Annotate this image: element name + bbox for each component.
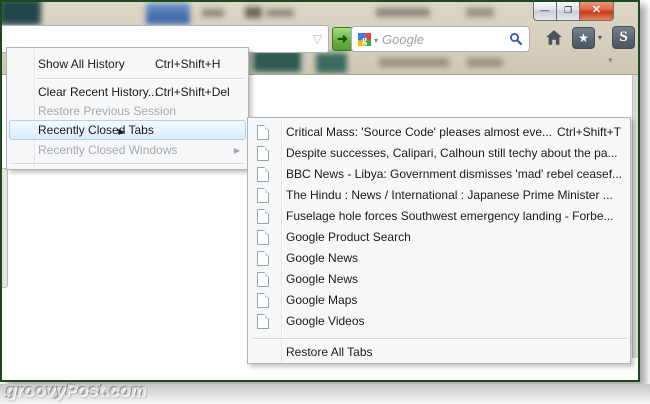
blurred-bookmark: [253, 50, 301, 72]
menu-item-show-all-history[interactable]: Show All History Ctrl+Shift+H: [7, 55, 248, 74]
closed-tab-title: Despite successes, Calipari, Calhoun sti…: [286, 146, 618, 160]
menu-item-label: Recently Closed Windows: [38, 143, 178, 157]
blurred-tab-text: [245, 7, 262, 18]
menu-item-label: Recently Closed Tabs: [38, 123, 154, 137]
submenu-separator: [251, 338, 627, 340]
history-menu: Show All History Ctrl+Shift+H Clear Rece…: [6, 47, 249, 170]
submenu-arrow-icon: ▶: [118, 127, 125, 136]
watermark-text: groovyPost.com: [6, 381, 147, 400]
blurred-bookmark: [316, 53, 347, 73]
addon-s-button[interactable]: S: [612, 26, 635, 49]
closed-tab-title: Google Maps: [286, 293, 358, 307]
page-icon: [257, 125, 269, 140]
menu-item-recently-closed-tabs[interactable]: Recently Closed Tabs ▶: [7, 120, 248, 140]
menu-item-recently-closed-windows[interactable]: Recently Closed Windows ▶: [7, 141, 248, 160]
menu-item-label: Restore Previous Session: [38, 104, 177, 118]
submenu-arrow-icon: ▶: [233, 146, 240, 155]
closed-tab-title: Google News: [286, 251, 359, 265]
menu-item-restore-all-tabs[interactable]: Restore All Tabs: [248, 342, 630, 363]
closed-tab-title: Google News: [286, 272, 359, 286]
browser-window: — ❐ ✕ ▽ ➜ g ▾ Google ★ ▾ S ▾ Show All Hi…: [0, 0, 640, 382]
blurred-firefox-button: [2, 2, 41, 25]
closed-tab-item[interactable]: Google Videos: [248, 311, 630, 332]
menu-item-label: Show All History: [38, 57, 125, 71]
menu-separator: [36, 78, 245, 80]
search-input[interactable]: Google: [382, 32, 509, 47]
closed-tab-title: Critical Mass: 'Source Code' pleases alm…: [286, 125, 553, 139]
home-icon[interactable]: [545, 29, 563, 47]
closed-tab-item[interactable]: Despite successes, Calipari, Calhoun sti…: [248, 143, 630, 164]
closed-tab-item[interactable]: Critical Mass: 'Source Code' pleases alm…: [248, 122, 630, 143]
bookmark-star-button[interactable]: ★: [572, 27, 595, 49]
overflow-caret-icon: ▾: [608, 55, 613, 65]
page-icon: [257, 209, 269, 224]
blurred-bookmark-text: [467, 58, 503, 67]
closed-tab-item[interactable]: Google Maps: [248, 290, 630, 311]
closed-tab-title: BBC News - Libya: Government dismisses '…: [286, 167, 623, 181]
blurred-tab-text: [266, 9, 294, 17]
svg-text:g: g: [362, 35, 367, 46]
closed-tab-item[interactable]: Google News: [248, 248, 630, 269]
menu-item-clear-recent-history[interactable]: Clear Recent History... Ctrl+Shift+Del: [7, 83, 248, 102]
google-engine-icon[interactable]: g: [358, 32, 371, 46]
menu-item-label: Restore All Tabs: [286, 345, 373, 359]
blurred-tab-text: [466, 8, 494, 17]
closed-tab-shortcut: Ctrl+Shift+T: [556, 125, 621, 139]
window-controls: — ❐ ✕: [533, 2, 614, 21]
window-left-edge: [2, 168, 8, 288]
page-icon: [257, 251, 269, 266]
page-icon: [257, 272, 269, 287]
page-icon: [257, 146, 269, 161]
page-icon: [257, 293, 269, 308]
window-right-edge: [632, 75, 638, 358]
closed-tab-item[interactable]: The Hindu : News / International : Japan…: [248, 185, 630, 206]
page-icon: [257, 230, 269, 245]
submenu-items: Critical Mass: 'Source Code' pleases alm…: [248, 122, 630, 332]
watermark-strip: groovyPost.com: [0, 381, 650, 404]
menu-item-label: Clear Recent History...: [38, 85, 158, 99]
close-button[interactable]: ✕: [579, 2, 614, 21]
search-magnifier-icon[interactable]: [509, 32, 523, 46]
bookmark-caret-icon[interactable]: ▾: [598, 33, 602, 42]
search-box[interactable]: g ▾ Google: [351, 26, 530, 52]
menu-item-shortcut: Ctrl+Shift+H: [155, 57, 221, 71]
screenshot-canvas: — ❐ ✕ ▽ ➜ g ▾ Google ★ ▾ S ▾ Show All Hi…: [0, 0, 650, 404]
recently-closed-tabs-submenu: Critical Mass: 'Source Code' pleases alm…: [247, 117, 631, 364]
menu-separator: [10, 163, 245, 165]
closed-tab-title: Google Videos: [286, 314, 365, 328]
blurred-tab-text: [376, 8, 430, 17]
page-icon: [257, 314, 269, 329]
menu-item-restore-previous-session[interactable]: Restore Previous Session: [7, 102, 248, 121]
closed-tab-item[interactable]: Fuselage hole forces Southwest emergency…: [248, 206, 630, 227]
closed-tab-title: Google Product Search: [286, 230, 411, 244]
blurred-tab-text: [202, 9, 224, 17]
closed-tab-item[interactable]: BBC News - Libya: Government dismisses '…: [248, 164, 630, 185]
engine-caret-icon[interactable]: ▾: [374, 36, 378, 45]
closed-tab-title: Fuselage hole forces Southwest emergency…: [286, 209, 614, 223]
star-icon: ★: [578, 31, 589, 45]
url-history-dropdown-icon[interactable]: ▽: [313, 32, 322, 46]
page-icon: [257, 188, 269, 203]
minimize-button[interactable]: —: [533, 2, 557, 21]
blurred-active-tab: [146, 3, 190, 24]
go-button[interactable]: ➜: [332, 27, 353, 51]
blurred-bookmark-text: [379, 58, 449, 67]
page-icon: [257, 167, 269, 182]
closed-tab-item[interactable]: Google News: [248, 269, 630, 290]
menu-item-shortcut: Ctrl+Shift+Del: [155, 85, 230, 99]
closed-tab-item[interactable]: Google Product Search: [248, 227, 630, 248]
maximize-button[interactable]: ❐: [556, 2, 580, 21]
closed-tab-title: The Hindu : News / International : Japan…: [286, 188, 613, 202]
